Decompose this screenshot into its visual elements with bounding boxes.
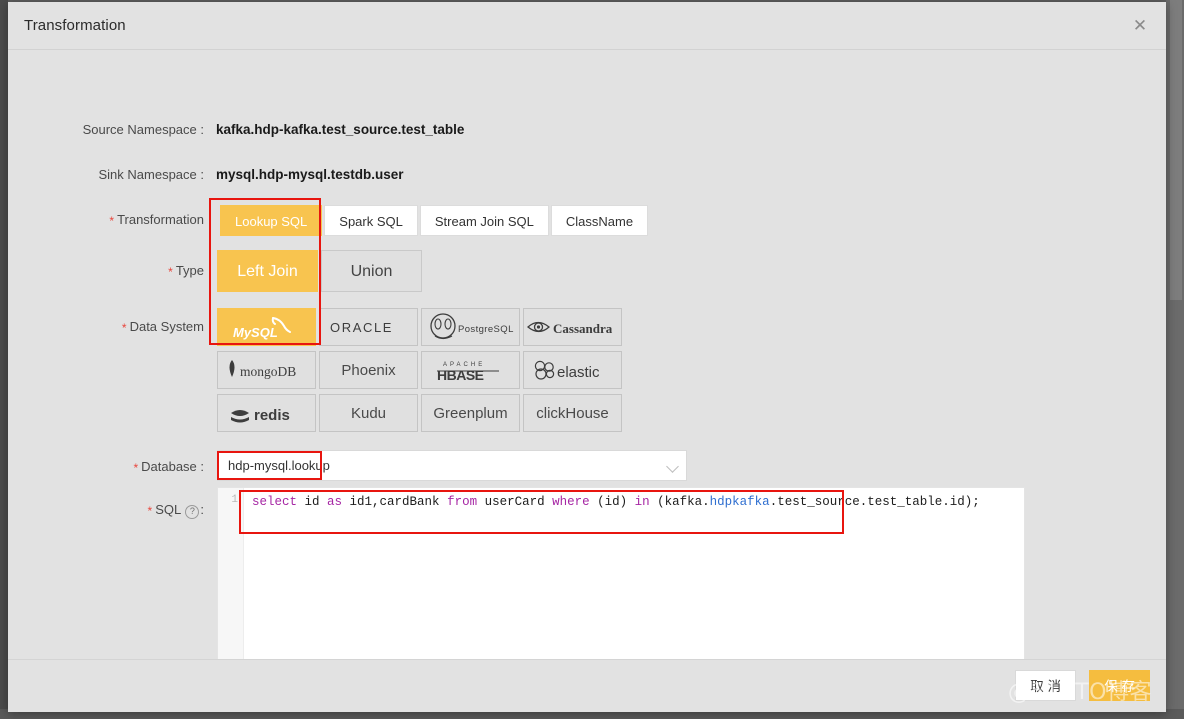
- sql-token-2: as: [327, 495, 343, 509]
- cancel-button[interactable]: 取 消: [1015, 670, 1076, 701]
- mongodb-logo: mongoDB: [223, 358, 311, 382]
- data-system-label: * Data System: [8, 319, 204, 335]
- type-option-0[interactable]: Left Join: [217, 250, 318, 292]
- required-marker: *: [121, 321, 127, 335]
- svg-text:elastic: elastic: [557, 364, 600, 381]
- dialog-title: Transformation: [24, 17, 126, 34]
- database-select[interactable]: hdp-mysql.lookup: [217, 450, 687, 481]
- save-button[interactable]: 保 存: [1089, 670, 1150, 701]
- data-system-option-phoenix[interactable]: Phoenix: [319, 351, 418, 389]
- source-namespace-value: kafka.hdp-kafka.test_source.test_table: [216, 122, 465, 137]
- transformation-label: * Transformation: [8, 212, 204, 228]
- svg-text:redis: redis: [254, 407, 290, 424]
- sql-token-1: id: [297, 495, 328, 509]
- data-system-option-redis[interactable]: redis: [217, 394, 316, 432]
- transformation-dialog: Transformation ✕ Source Namespace : kafk…: [8, 2, 1166, 712]
- sql-token-11: .test_source.test_table.id);: [769, 495, 980, 509]
- data-system-option-elastic[interactable]: elastic: [523, 351, 622, 389]
- data-system-option-mysql[interactable]: MySQL: [217, 308, 316, 346]
- sql-token-3: id1,cardBank: [342, 495, 448, 509]
- dialog-footer: 取 消 保 存 @51CTO博客: [8, 659, 1166, 712]
- type-label-text: Type: [175, 263, 204, 278]
- data-system-option-kudu[interactable]: Kudu: [319, 394, 418, 432]
- sql-label: * SQL ?:: [8, 502, 204, 519]
- data-system-label-text: Greenplum: [433, 404, 508, 422]
- sql-token-4: from: [447, 495, 478, 509]
- data-system-option-hbase[interactable]: APACHE HBASE: [421, 351, 520, 389]
- cassandra-logo: Cassandra: [526, 314, 620, 340]
- type-label: * Type: [8, 263, 204, 279]
- svg-text:HBASE: HBASE: [437, 367, 484, 383]
- dialog-header: Transformation ✕: [8, 2, 1166, 50]
- data-system-option-cassandra[interactable]: Cassandra: [523, 308, 622, 346]
- required-marker: *: [109, 214, 115, 228]
- sql-token-8: in: [634, 495, 650, 509]
- svg-text:Cassandra: Cassandra: [553, 321, 613, 336]
- oracle-logo: ORACLE: [327, 317, 411, 337]
- dialog-body: Source Namespace : kafka.hdp-kafka.test_…: [8, 50, 1166, 695]
- sink-namespace-value: mysql.hdp-mysql.testdb.user: [216, 167, 404, 182]
- data-system-option-postgresql[interactable]: PostgreSQL: [421, 308, 520, 346]
- screenshot-root: Transformation ✕ Source Namespace : kafk…: [0, 0, 1184, 719]
- type-option-1[interactable]: Union: [321, 250, 422, 292]
- type-button-group: Left Join Union: [217, 250, 425, 292]
- data-system-grid: MySQL ORACLE PostgreSQL Cassandra mongoDB Pho…: [217, 308, 627, 437]
- postgresql-logo: PostgreSQL: [425, 312, 517, 342]
- hbase-logo: APACHE HBASE: [433, 357, 509, 383]
- scrollbar-thumb[interactable]: [1170, 0, 1182, 300]
- source-namespace-label: Source Namespace :: [82, 122, 204, 137]
- sql-label-colon: :: [200, 502, 204, 517]
- backdrop-left-strip: [0, 0, 8, 719]
- help-icon[interactable]: ?: [185, 505, 200, 519]
- data-system-label-text: Phoenix: [341, 361, 396, 379]
- data-system-label-text: Data System: [129, 319, 204, 334]
- mysql-logo: MySQL: [229, 314, 305, 340]
- svg-text:ORACLE: ORACLE: [330, 320, 393, 335]
- page-scrollbar[interactable]: [1166, 0, 1184, 719]
- data-system-label-text: Kudu: [350, 404, 387, 422]
- required-marker: *: [168, 265, 173, 279]
- svg-text:MySQL: MySQL: [233, 325, 278, 340]
- data-system-option-greenplum[interactable]: Greenplum: [421, 394, 520, 432]
- sql-token-10: hdpkafka: [709, 495, 770, 509]
- database-label-text: Database :: [141, 459, 204, 474]
- chevron-down-icon: [666, 460, 679, 473]
- svg-text:PostgreSQL: PostgreSQL: [458, 324, 514, 335]
- sql-token-9: (kafka.: [649, 495, 710, 509]
- sql-token-5: userCard: [477, 495, 553, 509]
- transformation-button-group: Lookup SQL Spark SQL Stream Join SQL ClassN…: [220, 205, 650, 236]
- transformation-label-text: Transformation: [117, 212, 204, 227]
- redis-logo: redis: [228, 401, 306, 425]
- close-icon[interactable]: ✕: [1130, 16, 1150, 36]
- sql-token-7: (id): [589, 495, 635, 509]
- sql-label-text: SQL: [155, 502, 181, 517]
- transformation-option-2[interactable]: Stream Join SQL: [419, 205, 549, 236]
- transformation-option-3[interactable]: ClassName: [550, 205, 649, 236]
- transformation-option-0[interactable]: Lookup SQL: [220, 205, 323, 236]
- database-label: * Database :: [8, 459, 204, 475]
- sql-token-6: where: [552, 495, 590, 509]
- svg-text:mongoDB: mongoDB: [240, 364, 296, 379]
- data-system-label-text: clickHouse: [536, 404, 609, 422]
- data-system-option-oracle[interactable]: ORACLE: [319, 308, 418, 346]
- sql-token-0: select: [252, 495, 298, 509]
- required-marker: *: [133, 461, 139, 475]
- required-marker: *: [147, 504, 153, 518]
- data-system-option-clickhouse[interactable]: clickHouse: [523, 394, 622, 432]
- database-select-wrap: hdp-mysql.lookup: [217, 450, 687, 481]
- transformation-option-1[interactable]: Spark SQL: [324, 205, 418, 236]
- data-system-option-mongodb[interactable]: mongoDB: [217, 351, 316, 389]
- elastic-logo: elastic: [530, 358, 616, 382]
- sink-namespace-label: Sink Namespace :: [98, 167, 205, 182]
- database-select-value: hdp-mysql.lookup: [228, 458, 330, 473]
